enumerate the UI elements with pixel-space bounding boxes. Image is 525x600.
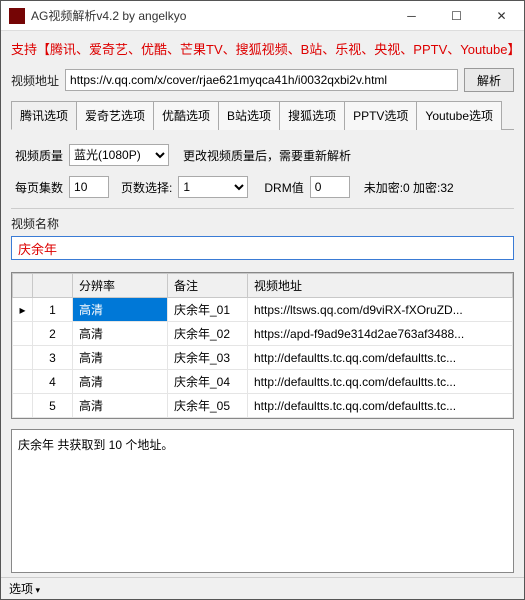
page-select-label: 页数选择:	[121, 179, 172, 196]
drm-input[interactable]	[310, 176, 350, 198]
window-controls: ─ ☐ ✕	[389, 1, 524, 31]
log-output[interactable]: 庆余年 共获取到 10 个地址。	[11, 429, 514, 573]
support-banner: 支持【腾讯、爱奇艺、优酷、芒果TV、搜狐视频、B站、乐视、央视、PPTV、You…	[11, 37, 514, 62]
app-window: AG视频解析v4.2 by angelkyo ─ ☐ ✕ 支持【腾讯、爱奇艺、优…	[0, 0, 525, 600]
row-url: http://defaultts.tc.qq.com/defaultts.tc.…	[248, 394, 513, 418]
drm-label: DRM值	[264, 179, 303, 196]
per-page-input[interactable]	[69, 176, 109, 198]
row-resolution: 高清	[73, 370, 168, 394]
row-url: http://defaultts.tc.qq.com/defaultts.tc.…	[248, 346, 513, 370]
per-page-label: 每页集数	[15, 179, 63, 196]
col-resolution[interactable]: 分辨率	[73, 274, 168, 298]
minimize-button[interactable]: ─	[389, 1, 434, 31]
col-url[interactable]: 视频地址	[248, 274, 513, 298]
row-marker-icon: ▸	[13, 298, 33, 322]
row-marker-icon	[13, 322, 33, 346]
app-icon	[9, 8, 25, 24]
col-note[interactable]: 备注	[168, 274, 248, 298]
row-index: 3	[33, 346, 73, 370]
statusbar: 选项	[1, 577, 524, 599]
name-label: 视频名称	[11, 215, 514, 232]
row-index: 1	[33, 298, 73, 322]
tab-pptv[interactable]: PPTV选项	[344, 101, 417, 130]
row-index: 5	[33, 394, 73, 418]
row-resolution: 高清	[73, 394, 168, 418]
row-index: 2	[33, 322, 73, 346]
url-label: 视频地址	[11, 72, 59, 89]
table-row[interactable]: 4高清庆余年_04http://defaultts.tc.qq.com/defa…	[13, 370, 513, 394]
maximize-button[interactable]: ☐	[434, 1, 479, 31]
tab-bilibili[interactable]: B站选项	[218, 101, 280, 130]
row-note: 庆余年_05	[168, 394, 248, 418]
tab-panel: 视频质量 蓝光(1080P) 更改视频质量后，需要重新解析 每页集数 页数选择:…	[11, 136, 514, 209]
row-note: 庆余年_02	[168, 322, 248, 346]
row-marker-icon	[13, 394, 33, 418]
row-url: https://apd-f9ad9e314d2ae763af3488...	[248, 322, 513, 346]
url-row: 视频地址 解析	[11, 68, 514, 92]
quality-select[interactable]: 蓝光(1080P)	[69, 144, 169, 166]
row-index: 4	[33, 370, 73, 394]
table-row[interactable]: ▸1高清庆余年_01https://ltsws.qq.com/d9viRX-fX…	[13, 298, 513, 322]
row-url: http://defaultts.tc.qq.com/defaultts.tc.…	[248, 370, 513, 394]
quality-label: 视频质量	[15, 147, 63, 164]
row-resolution: 高清	[73, 298, 168, 322]
titlebar: AG视频解析v4.2 by angelkyo ─ ☐ ✕	[1, 1, 524, 31]
row-note: 庆余年_04	[168, 370, 248, 394]
tab-sohu[interactable]: 搜狐选项	[279, 101, 345, 130]
row-marker-icon	[13, 346, 33, 370]
tab-iqiyi[interactable]: 爱奇艺选项	[76, 101, 154, 130]
window-title: AG视频解析v4.2 by angelkyo	[31, 7, 186, 24]
url-input[interactable]	[65, 69, 458, 91]
table-row[interactable]: 2高清庆余年_02https://apd-f9ad9e314d2ae763af3…	[13, 322, 513, 346]
name-input[interactable]	[11, 236, 514, 260]
crypto-status: 未加密:0 加密:32	[364, 179, 454, 196]
row-url: https://ltsws.qq.com/d9viRX-fXOruZD...	[248, 298, 513, 322]
tab-tencent[interactable]: 腾讯选项	[11, 101, 77, 130]
page-select[interactable]: 1	[178, 176, 248, 198]
row-resolution: 高清	[73, 322, 168, 346]
parse-button[interactable]: 解析	[464, 68, 514, 92]
options-menu[interactable]: 选项	[9, 580, 40, 597]
tab-youku[interactable]: 优酷选项	[153, 101, 219, 130]
result-table: 分辨率 备注 视频地址 ▸1高清庆余年_01https://ltsws.qq.c…	[11, 272, 514, 419]
tab-bar: 腾讯选项 爱奇艺选项 优酷选项 B站选项 搜狐选项 PPTV选项 Youtube…	[11, 100, 514, 130]
row-note: 庆余年_01	[168, 298, 248, 322]
quality-hint: 更改视频质量后，需要重新解析	[183, 147, 351, 164]
table-header-row: 分辨率 备注 视频地址	[13, 274, 513, 298]
row-note: 庆余年_03	[168, 346, 248, 370]
name-section: 视频名称	[11, 215, 514, 260]
table-row[interactable]: 3高清庆余年_03http://defaultts.tc.qq.com/defa…	[13, 346, 513, 370]
row-marker-icon	[13, 370, 33, 394]
tab-youtube[interactable]: Youtube选项	[416, 101, 502, 130]
row-resolution: 高清	[73, 346, 168, 370]
table-row[interactable]: 5高清庆余年_05http://defaultts.tc.qq.com/defa…	[13, 394, 513, 418]
close-button[interactable]: ✕	[479, 1, 524, 31]
